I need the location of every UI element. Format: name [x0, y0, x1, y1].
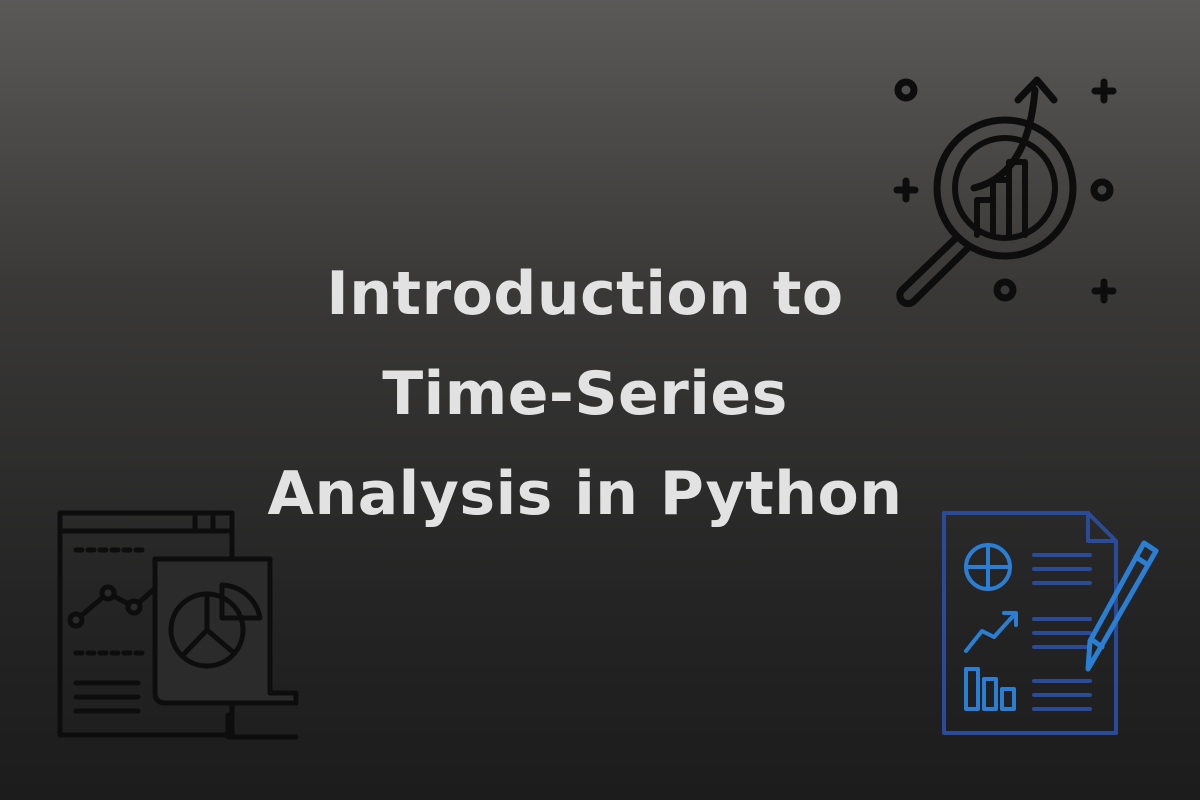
sparkle-circle-icon: [1090, 178, 1114, 202]
magnifier-handle-icon: [896, 233, 972, 308]
sparkle-circle-icon: [894, 78, 918, 102]
sparkle-plus-icon: [893, 177, 919, 203]
sparkle-circle-icon: [993, 278, 1017, 302]
document-outline-icon: [942, 511, 1118, 735]
trend-arrow-icon: [964, 613, 1016, 653]
dashboard-charts-icon: [57, 510, 299, 740]
sparkle-plus-icon: [1091, 278, 1117, 304]
text-lines-icon: [1032, 553, 1092, 585]
sparkle-plus-icon: [1091, 78, 1117, 104]
text-lines-icon: [1032, 617, 1092, 649]
bar-chart-icon: [964, 667, 980, 711]
text-lines-icon: [1032, 679, 1092, 711]
report-document-pencil-icon: [942, 511, 1159, 735]
document-page-icon: [152, 556, 299, 706]
text-lines-icon: [73, 680, 141, 714]
title-line-2: Time-Series: [382, 359, 788, 429]
magnifier-growth-chart-icon: [893, 76, 1117, 308]
